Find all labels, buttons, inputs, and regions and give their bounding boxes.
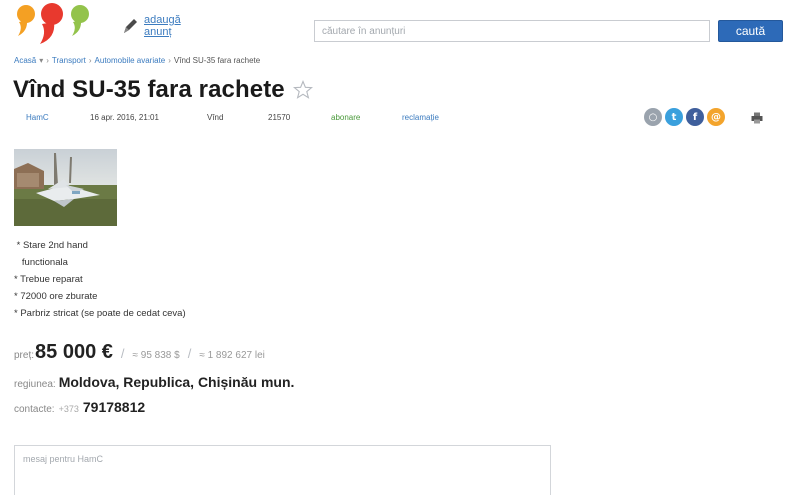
odnoklassniki-icon[interactable]: ○ xyxy=(644,108,662,126)
contact-row: contacte: +373 79178812 xyxy=(14,399,145,415)
price-usd: ≈ 95 838 $ xyxy=(132,350,180,361)
search-button[interactable]: caută xyxy=(718,20,783,42)
breadcrumb: Acasă ▾ › Transport › Automobile avariat… xyxy=(14,56,260,65)
description-line: * Stare 2nd hand xyxy=(14,240,88,251)
twitter-icon[interactable]: t xyxy=(665,108,683,126)
ad-meta-bar: HamC 16 apr. 2016, 21:01 Vînd 21570 abon… xyxy=(14,106,784,128)
message-textarea[interactable] xyxy=(14,445,551,495)
price-lei: ≈ 1 892 627 lei xyxy=(199,350,265,361)
page-title: Vînd SU-35 fara rachete xyxy=(13,76,285,103)
price-label: preț: xyxy=(14,350,35,361)
phone-number[interactable]: 79178812 xyxy=(83,399,145,415)
description-line: * Parbriz stricat (se poate de cedat cev… xyxy=(14,308,186,319)
subscribe-link[interactable]: abonare xyxy=(331,113,360,122)
region-value: Moldova, Republica, Chișinău mun. xyxy=(58,374,295,390)
ad-type: Vînd xyxy=(207,113,224,122)
title-row: Vînd SU-35 fara rachete xyxy=(13,76,313,104)
ad-photo[interactable] xyxy=(14,149,117,226)
mail-icon[interactable]: @ xyxy=(707,108,725,126)
breadcrumb-home-dropdown-icon[interactable]: ▾ xyxy=(39,56,43,65)
add-ad-link[interactable]: adaugă anunț xyxy=(122,14,181,38)
ad-description: * Stare 2nd hand functionala * Trebue re… xyxy=(14,237,186,322)
author-link[interactable]: HamC xyxy=(26,113,49,122)
breadcrumb-separator-icon: › xyxy=(46,56,49,65)
ad-date: 16 apr. 2016, 21:01 xyxy=(90,113,159,122)
region-row: regiunea: Moldova, Republica, Chișinău m… xyxy=(14,374,294,390)
pencil-icon xyxy=(124,19,137,33)
ad-views: 21570 xyxy=(268,113,291,122)
breadcrumb-separator-icon: › xyxy=(88,56,92,65)
breadcrumb-transport[interactable]: Transport xyxy=(52,56,86,65)
top-bar: adaugă anunț caută xyxy=(0,0,799,46)
print-icon[interactable] xyxy=(751,112,763,124)
breadcrumb-current: Vînd SU-35 fara rachete xyxy=(173,56,261,65)
contact-label: contacte: xyxy=(14,404,55,415)
facebook-icon[interactable]: f xyxy=(686,108,704,126)
price-row: preț: 85 000 € / ≈ 95 838 $ / ≈ 1 892 62… xyxy=(14,341,265,364)
complaint-link[interactable]: reclamație xyxy=(402,113,439,122)
region-label: regiunea: xyxy=(14,379,56,390)
site-logo[interactable] xyxy=(14,0,100,44)
share-buttons: ○ t f @ xyxy=(644,108,725,126)
price-divider: / xyxy=(187,346,192,361)
breadcrumb-separator-icon: › xyxy=(168,56,171,65)
price-eur: 85 000 € xyxy=(35,341,113,363)
breadcrumb-home[interactable]: Acasă xyxy=(14,56,36,65)
add-ad-label[interactable]: adaugă anunț xyxy=(144,14,181,38)
price-divider: / xyxy=(120,346,125,361)
search-input[interactable] xyxy=(314,20,710,42)
breadcrumb-category[interactable]: Automobile avariate xyxy=(95,56,166,65)
favorite-star-icon[interactable] xyxy=(292,80,313,100)
description-line: * Trebue reparat xyxy=(14,274,83,285)
description-line: functionala xyxy=(14,257,68,268)
phone-prefix: +373 xyxy=(58,404,79,414)
description-line: * 72000 ore zburate xyxy=(14,291,98,302)
